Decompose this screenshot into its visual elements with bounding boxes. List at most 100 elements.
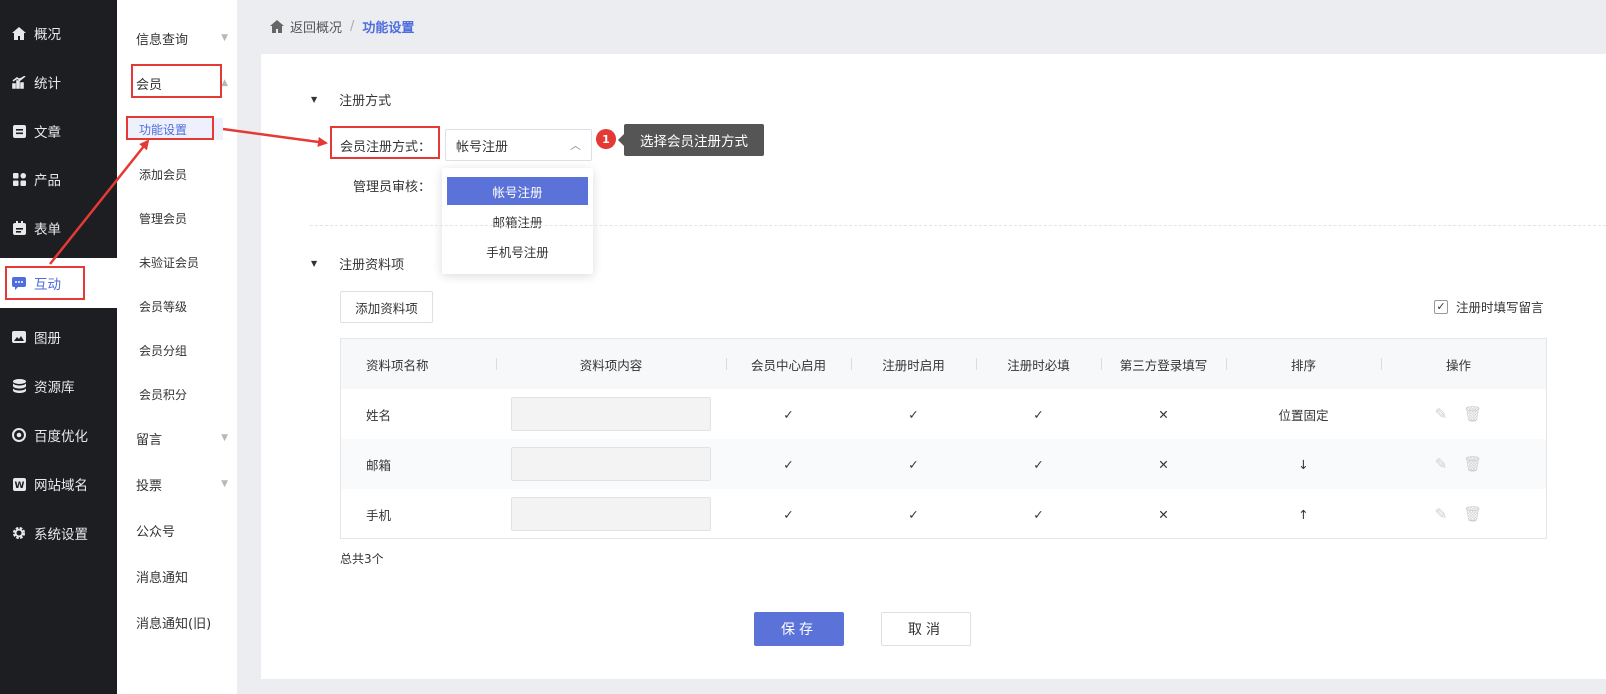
field-name: 邮箱 (366, 457, 392, 473)
submenu-group-info-query[interactable]: 信息查询 ▼ (136, 26, 228, 50)
submenu-item-manage-members[interactable]: 管理会员 (139, 210, 187, 227)
nav-item-seo[interactable]: 百度优化 (0, 410, 117, 460)
submenu-item-public-account[interactable]: 公众号 (136, 518, 228, 542)
check-icon: ✓ (1033, 406, 1044, 422)
field-name: 姓名 (366, 407, 392, 423)
submenu-group-vote[interactable]: 投票 ▼ (136, 472, 228, 496)
edit-icon[interactable]: ✎ (1435, 405, 1448, 423)
submenu-item-member-groups[interactable]: 会员分组 (139, 342, 187, 359)
total-count: 总共3个 (340, 552, 384, 566)
select-value: 帐号注册 (456, 139, 509, 155)
domain-icon: W (12, 477, 26, 491)
option-account[interactable]: 帐号注册 (447, 177, 588, 205)
sort-down-button[interactable]: ↓ (1226, 439, 1381, 489)
nav-item-stats[interactable]: 统计 (0, 57, 117, 107)
breadcrumb-current: 功能设置 (362, 21, 415, 36)
seo-icon (12, 428, 26, 442)
check-icon: ✓ (783, 506, 794, 522)
nav-item-label: 统计 (34, 76, 61, 92)
header-center-enabled: 会员中心启用 (750, 357, 826, 373)
submenu-group-message[interactable]: 留言 ▼ (136, 426, 228, 450)
header-register-enabled: 注册时启用 (882, 357, 945, 373)
edit-icon[interactable]: ✎ (1435, 455, 1448, 473)
callout-tooltip: 选择会员注册方式 (618, 124, 764, 156)
header-actions: 操作 (1445, 357, 1471, 373)
nav-item-article[interactable]: 文章 (0, 106, 117, 156)
section-title: 注册方式 (339, 94, 392, 109)
collapse-triangle-icon: ▼ (311, 95, 318, 104)
registration-method-select[interactable]: 帐号注册 ︿ (445, 129, 592, 161)
home-icon (12, 26, 26, 40)
edit-icon[interactable]: ✎ (1435, 505, 1448, 523)
table-row: 手机 ✓ ✓ ✓ ✕ ↑ ✎ 🗑 (341, 489, 1546, 539)
sort-up-button[interactable]: ↑ (1226, 489, 1381, 539)
breadcrumb-back-link[interactable]: 返回概况 (290, 17, 342, 36)
nav-item-product[interactable]: 产品 (0, 154, 117, 204)
field-content-input (511, 397, 711, 431)
header-sort: 排序 (1290, 357, 1316, 373)
submenu-group-label: 消息通知(旧) (136, 616, 212, 632)
leave-message-checkbox[interactable]: ✓ 注册时填写留言 (1434, 297, 1544, 316)
save-button[interactable]: 保存 (754, 612, 844, 646)
row-actions: ✎ 🗑 (1381, 389, 1536, 439)
nav-item-label: 表单 (34, 222, 61, 238)
home-icon (270, 20, 284, 33)
header-register-required: 注册时必填 (1007, 357, 1070, 373)
submenu-item-unverified-members[interactable]: 未验证会员 (139, 254, 199, 271)
svg-text:W: W (14, 481, 24, 491)
option-email[interactable]: 邮箱注册 (447, 207, 588, 235)
collapse-triangle-icon: ▼ (311, 259, 318, 268)
nav-item-overview[interactable]: 概况 (0, 8, 117, 58)
nav-item-label: 产品 (34, 173, 61, 189)
cross-icon: ✕ (1158, 456, 1169, 472)
option-phone[interactable]: 手机号注册 (447, 237, 588, 265)
checkbox-label: 注册时填写留言 (1456, 300, 1544, 315)
stats-icon (12, 75, 26, 89)
header-field-name: 资料项名称 (366, 357, 429, 373)
callout-number-badge: 1 (596, 129, 616, 149)
section-divider (310, 225, 1606, 226)
gear-icon (12, 526, 26, 540)
nav-item-form[interactable]: 表单 (0, 203, 117, 253)
check-icon: ✓ (908, 456, 919, 472)
check-icon: ✓ (1033, 456, 1044, 472)
database-icon (12, 379, 26, 393)
header-field-content: 资料项内容 (579, 357, 643, 373)
field-content-cell (496, 489, 726, 539)
checkmark-icon: ✓ (1434, 299, 1448, 314)
annotation-box-member (131, 64, 222, 98)
admin-review-label: 管理员审核： (353, 180, 432, 195)
section-fields-toggle[interactable]: ▼ 注册资料项 (311, 254, 404, 273)
delete-icon[interactable]: 🗑 (1463, 505, 1482, 523)
nav-item-settings[interactable]: 系统设置 (0, 508, 117, 558)
submenu-group-label: 信息查询 (136, 32, 189, 48)
nav-item-label: 图册 (34, 331, 61, 347)
header-third-party: 第三方登录填写 (1119, 357, 1208, 373)
caret-down-icon: ▼ (221, 33, 228, 43)
nav-item-label: 文章 (34, 125, 61, 141)
nav-item-domain[interactable]: W 网站域名 (0, 459, 117, 509)
product-icon (12, 172, 26, 186)
breadcrumb-separator: / (350, 19, 355, 34)
registration-method-dropdown: 帐号注册 邮箱注册 手机号注册 (442, 168, 593, 274)
submenu-group-label: 公众号 (136, 524, 176, 540)
nav-item-gallery[interactable]: 图册 (0, 312, 117, 362)
submenu-group-label: 留言 (136, 432, 163, 448)
cancel-button[interactable]: 取消 (881, 612, 971, 646)
caret-down-icon: ▼ (221, 479, 228, 489)
submenu-item-add-member[interactable]: 添加会员 (139, 166, 187, 183)
submenu-item-notification[interactable]: 消息通知 (136, 564, 228, 588)
section-registration-toggle[interactable]: ▼ 注册方式 (311, 90, 391, 109)
submenu-item-member-points[interactable]: 会员积分 (139, 386, 187, 403)
delete-icon[interactable]: 🗑 (1463, 455, 1482, 473)
cross-icon: ✕ (1158, 406, 1169, 422)
annotation-box-method-label (330, 126, 440, 159)
submenu-item-member-levels[interactable]: 会员等级 (139, 298, 187, 315)
submenu-group-label: 投票 (136, 478, 163, 494)
add-field-button[interactable]: 添加资料项 (340, 291, 433, 323)
delete-icon[interactable]: 🗑 (1463, 405, 1482, 423)
submenu-item-notification-old[interactable]: 消息通知(旧) (136, 610, 228, 634)
nav-item-resources[interactable]: 资源库 (0, 361, 117, 411)
nav-item-label: 网站域名 (34, 478, 88, 494)
field-content-input (511, 447, 711, 481)
